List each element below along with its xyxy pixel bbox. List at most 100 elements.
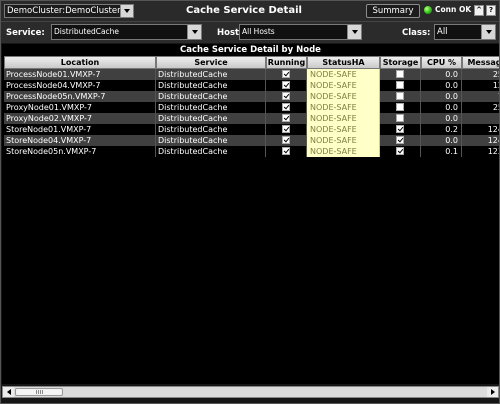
cell-location: ProxyNode02.VMXP-7 <box>4 113 156 124</box>
column-header-cpu[interactable]: CPU % <box>421 56 462 69</box>
cell-location: ProcessNode01.VMXP-7 <box>4 69 156 80</box>
cell-cpu: 0.0 <box>421 69 462 80</box>
column-header-running[interactable]: Running <box>266 56 307 69</box>
cell-storage <box>380 113 421 124</box>
class-label: Class: <box>402 28 431 38</box>
chevron-down-icon[interactable] <box>187 25 201 39</box>
cell-cpu: 0.0 <box>421 135 462 146</box>
cell-messages: 25 <box>462 102 499 113</box>
cell-status-ha: NODE-SAFE <box>307 124 380 135</box>
cell-running <box>266 146 307 157</box>
class-select[interactable]: All <box>434 24 496 40</box>
cell-messages: 12 <box>462 80 499 91</box>
horizontal-scrollbar[interactable] <box>2 386 499 398</box>
cell-storage <box>380 69 421 80</box>
cell-storage <box>380 124 421 135</box>
cell-cpu: 0.0 <box>421 91 462 102</box>
cell-running <box>266 91 307 102</box>
cell-cpu: 0.0 <box>421 113 462 124</box>
chevron-down-icon[interactable] <box>347 25 361 39</box>
cluster-select-value: DemoCluster:DemoCluster <box>7 6 120 16</box>
cell-location: ProcessNode04.VMXP-7 <box>4 80 156 91</box>
cell-messages: 123 <box>462 146 499 157</box>
top-bar: DemoCluster:DemoCluster Cache Service De… <box>1 1 499 21</box>
service-select-value: DistributedCache <box>54 27 120 36</box>
app-window: DemoCluster:DemoCluster Cache Service De… <box>0 0 500 404</box>
help-button[interactable]: ? <box>486 5 496 16</box>
cell-service: DistributedCache <box>156 113 266 124</box>
service-select[interactable]: DistributedCache <box>51 24 202 40</box>
cluster-select[interactable]: DemoCluster:DemoCluster <box>4 4 134 18</box>
cell-storage <box>380 135 421 146</box>
summary-button[interactable]: Summary <box>366 4 420 18</box>
cell-cpu: 0.1 <box>421 146 462 157</box>
cell-service: DistributedCache <box>156 80 266 91</box>
up-button[interactable]: ^ <box>474 5 484 16</box>
cell-service: DistributedCache <box>156 102 266 113</box>
column-header-location[interactable]: Location <box>4 56 156 69</box>
cell-service: DistributedCache <box>156 91 266 102</box>
host-select-value: All Hosts <box>242 27 275 36</box>
running-checkbox <box>282 125 290 133</box>
cell-running <box>266 135 307 146</box>
running-checkbox <box>282 147 290 155</box>
status-dot-icon <box>424 5 432 14</box>
cell-running <box>266 113 307 124</box>
cell-service: DistributedCache <box>156 124 266 135</box>
cell-location: StoreNode01.VMXP-7 <box>4 124 156 135</box>
storage-checkbox <box>396 125 404 133</box>
class-select-value: All <box>437 27 448 37</box>
filter-bar: Service: DistributedCache Host: All Host… <box>1 21 499 43</box>
cell-messages: 25 <box>462 69 499 80</box>
column-header-storage[interactable]: Storage <box>380 56 421 69</box>
connection-status: Conn OK <box>424 5 471 14</box>
storage-checkbox <box>396 147 404 155</box>
storage-checkbox <box>396 136 404 144</box>
service-label: Service: <box>6 28 45 38</box>
running-checkbox <box>282 92 290 100</box>
cell-running <box>266 124 307 135</box>
running-checkbox <box>282 81 290 89</box>
running-checkbox <box>282 114 290 122</box>
cell-service: DistributedCache <box>156 69 266 80</box>
cell-cpu: 0.0 <box>421 80 462 91</box>
cell-running <box>266 69 307 80</box>
cell-storage <box>380 80 421 91</box>
running-checkbox <box>282 136 290 144</box>
scroll-left-icon[interactable] <box>3 387 14 397</box>
cell-status-ha: NODE-SAFE <box>307 102 380 113</box>
cell-storage <box>380 146 421 157</box>
cell-messages: 7 <box>462 91 499 102</box>
column-header-status-ha[interactable]: StatusHA <box>307 56 380 69</box>
cell-messages: 124 <box>462 124 499 135</box>
cell-location: ProcessNode05n.VMXP-7 <box>4 91 156 102</box>
running-checkbox <box>282 103 290 111</box>
table-title: Cache Service Detail by Node <box>180 45 321 55</box>
connection-status-label: Conn OK <box>435 5 472 14</box>
host-select[interactable]: All Hosts <box>239 24 362 40</box>
cell-status-ha: NODE-SAFE <box>307 113 380 124</box>
cell-messages: 124 <box>462 135 499 146</box>
chevron-down-icon[interactable] <box>120 5 133 17</box>
storage-checkbox <box>396 81 404 89</box>
column-header-messages[interactable]: Messag <box>462 56 499 69</box>
cell-status-ha: NODE-SAFE <box>307 135 380 146</box>
cell-storage <box>380 102 421 113</box>
cell-cpu: 0.2 <box>421 124 462 135</box>
cell-location: StoreNode04.VMXP-7 <box>4 135 156 146</box>
cell-service: DistributedCache <box>156 146 266 157</box>
cell-status-ha: NODE-SAFE <box>307 80 380 91</box>
storage-checkbox <box>396 70 404 78</box>
column-header-service[interactable]: Service <box>156 56 266 69</box>
cell-status-ha: NODE-SAFE <box>307 146 380 157</box>
scroll-right-icon[interactable] <box>487 387 498 397</box>
chevron-down-icon[interactable] <box>481 25 495 39</box>
table-area: Cache Service Detail by Node Location Ser… <box>2 44 499 384</box>
scrollbar-thumb[interactable] <box>15 388 63 396</box>
storage-checkbox <box>396 114 404 122</box>
cell-cpu: 0.0 <box>421 102 462 113</box>
cache-service-table[interactable]: Location Service Running StatusHA Storage CPU… <box>4 56 499 384</box>
storage-checkbox <box>396 103 404 111</box>
page-title: Cache Service Detail <box>186 5 302 16</box>
cell-service: DistributedCache <box>156 135 266 146</box>
